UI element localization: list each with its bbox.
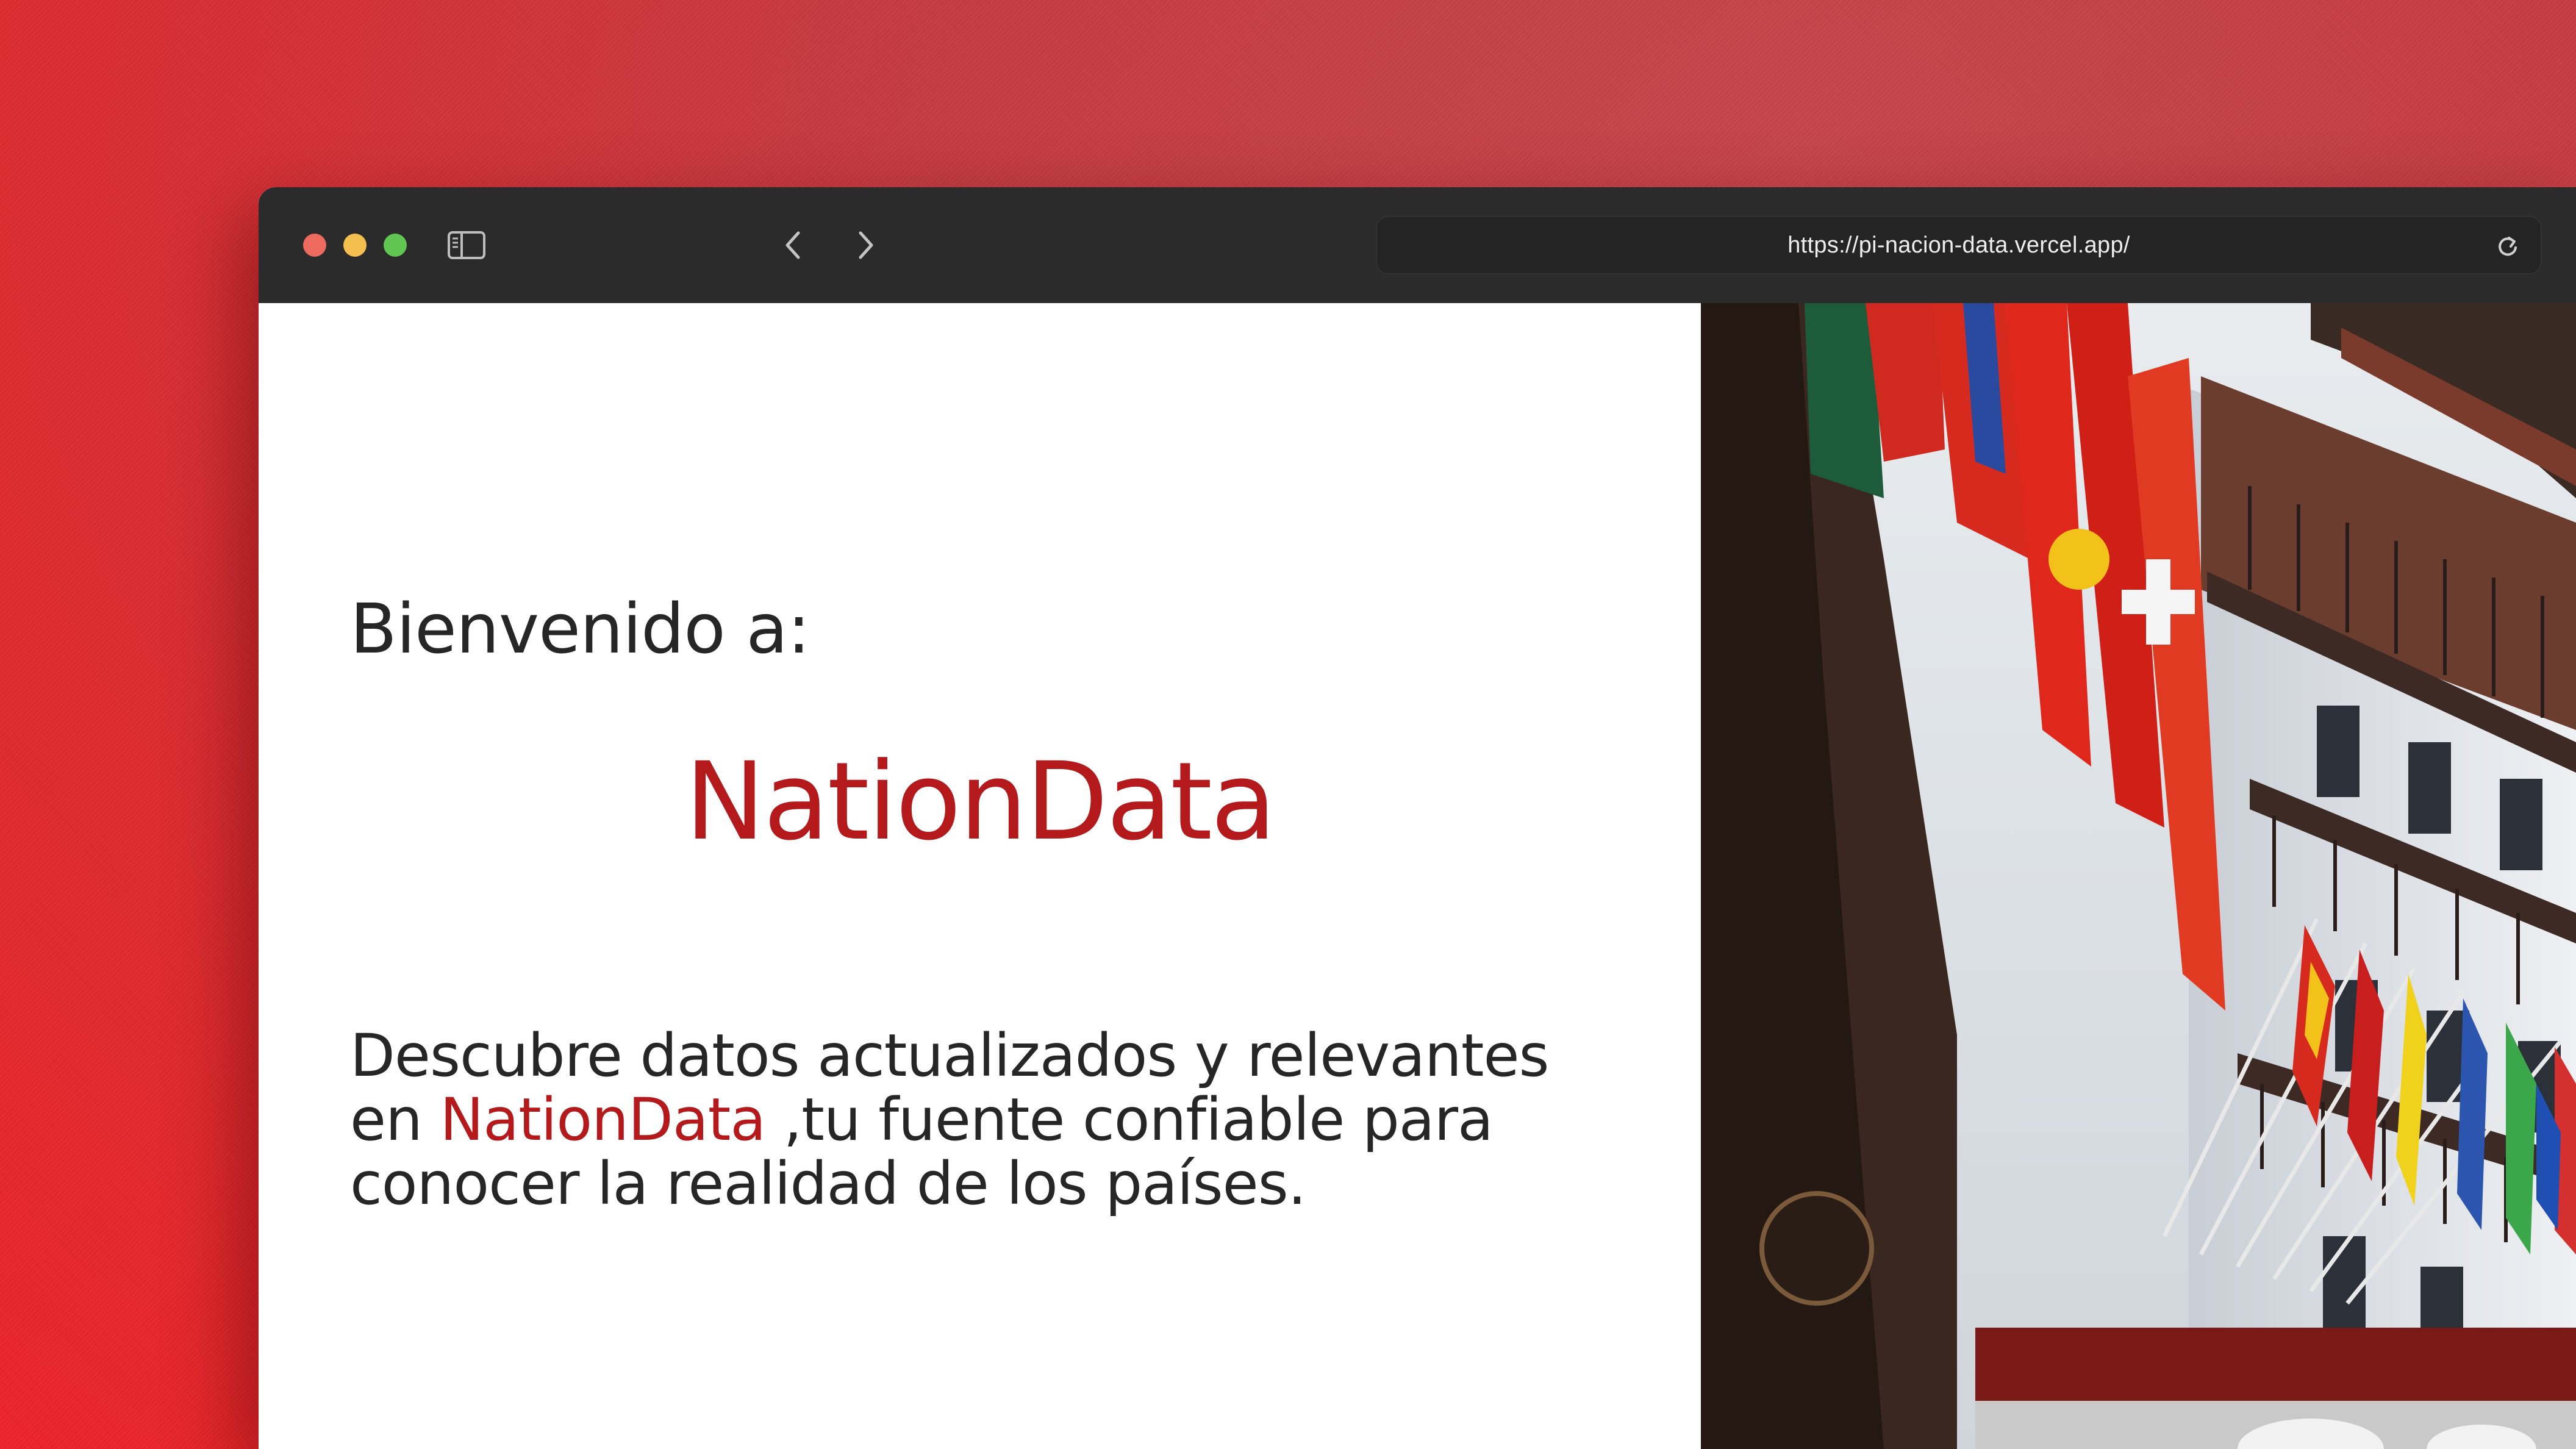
brand-title: NationData xyxy=(685,739,1276,864)
hero-image xyxy=(1701,303,2576,1449)
window-close-button[interactable] xyxy=(303,234,326,257)
address-bar[interactable]: https://pi-nacion-data.vercel.app/ xyxy=(1376,216,2542,274)
sidebar-toggle-button[interactable] xyxy=(445,224,488,267)
window-minimize-button[interactable] xyxy=(343,234,367,257)
browser-toolbar: https://pi-nacion-data.vercel.app/ xyxy=(259,187,2576,304)
welcome-heading: Bienvenido a: xyxy=(350,590,810,669)
description-brand: NationData xyxy=(440,1086,766,1154)
window-maximize-button[interactable] xyxy=(384,234,407,257)
flags-building-photo xyxy=(1701,303,2576,1449)
reload-icon xyxy=(2499,237,2517,256)
chevron-left-icon xyxy=(785,231,800,259)
description-line-2: en NationData ,tu fuente confiable para xyxy=(350,1088,1680,1152)
description-suffix: ,tu fuente confiable para xyxy=(765,1086,1494,1154)
address-bar-url[interactable]: https://pi-nacion-data.vercel.app/ xyxy=(1377,217,2541,273)
hero-text-panel: Bienvenido a: NationData Descubre datos … xyxy=(259,303,1701,1449)
description-line-1: Descubre datos actualizados y relevantes xyxy=(350,1021,1550,1090)
chevron-right-icon xyxy=(859,231,873,259)
reload-button[interactable] xyxy=(2491,229,2525,263)
description-line-3: conocer la realidad de los países. xyxy=(350,1150,1306,1218)
forward-button[interactable] xyxy=(844,224,887,267)
sidebar-icon xyxy=(448,231,485,259)
browser-window: https://pi-nacion-data.vercel.app/ Bienv… xyxy=(259,187,2576,1449)
back-button[interactable] xyxy=(772,224,815,267)
description-prefix: en xyxy=(350,1086,440,1154)
hero-description: Descubre datos actualizados y relevantes… xyxy=(350,1024,1680,1216)
page-content: Bienvenido a: NationData Descubre datos … xyxy=(259,303,2576,1449)
